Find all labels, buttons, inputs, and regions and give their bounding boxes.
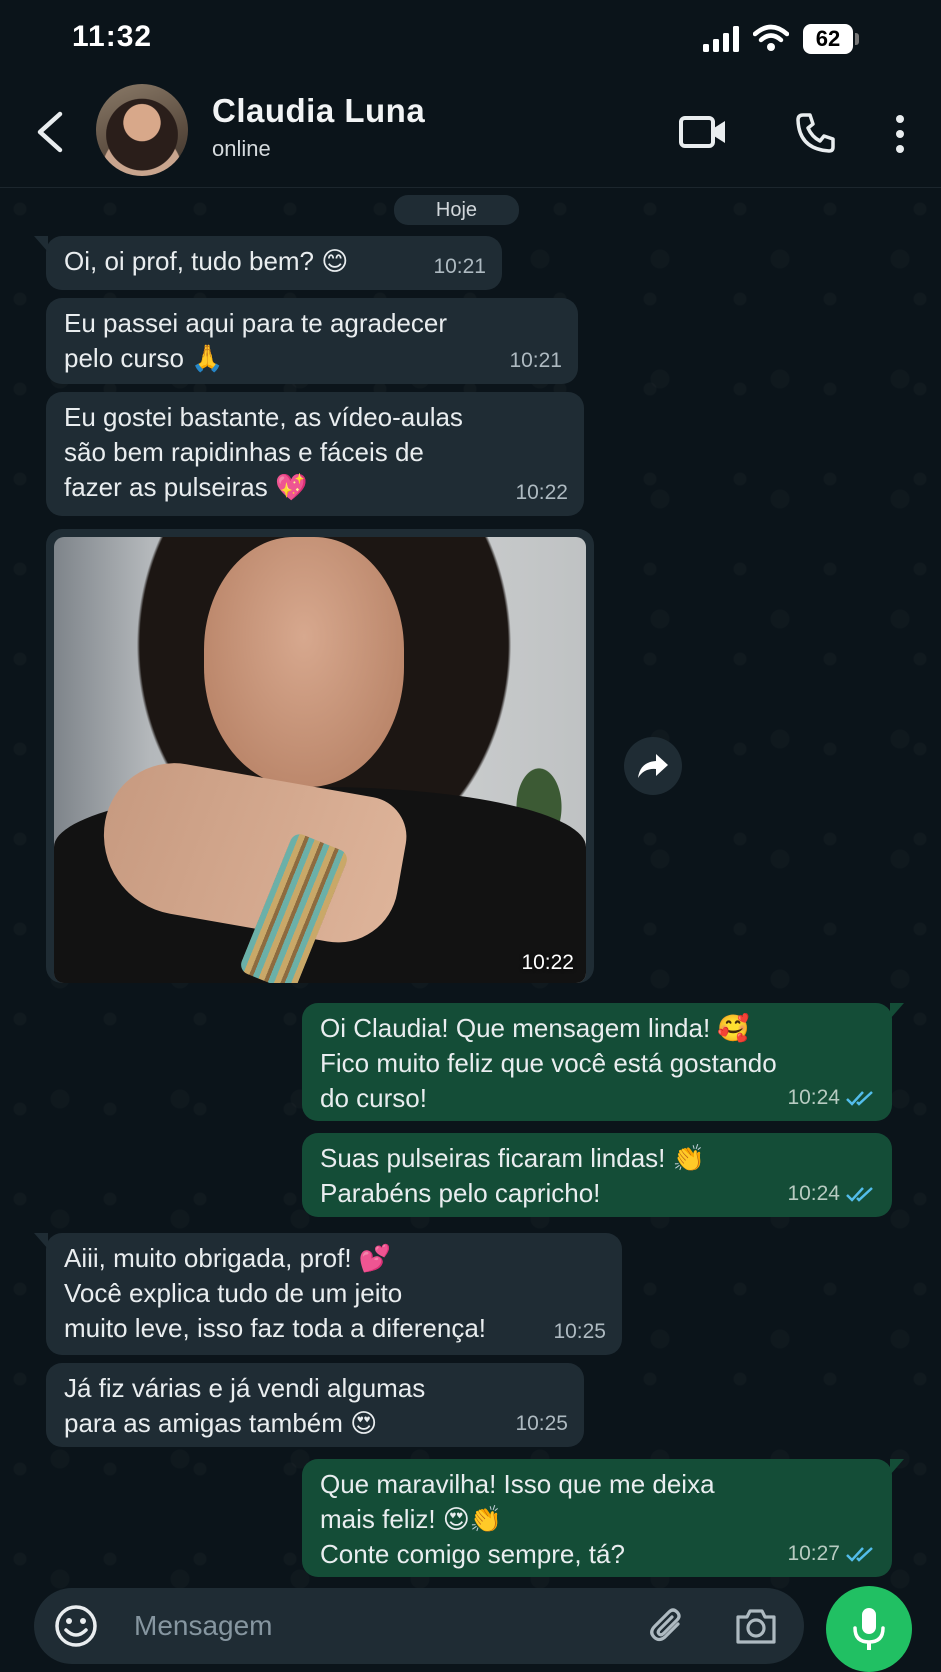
chat-screen: 11:32 62 Claudia Luna online Hoje Oi, oi… bbox=[0, 0, 941, 1672]
message-meta: 10:24 bbox=[787, 1176, 876, 1211]
message-incoming[interactable]: Aiii, muito obrigada, prof! 💕 Você expli… bbox=[34, 1233, 622, 1355]
video-call-icon[interactable] bbox=[678, 114, 728, 150]
message-text: Eu passei aqui para te agradecer pelo cu… bbox=[64, 308, 448, 373]
message-text: Oi, oi prof, tudo bem? 😊 bbox=[64, 246, 349, 276]
microphone-icon bbox=[853, 1608, 885, 1650]
attach-icon[interactable] bbox=[648, 1606, 688, 1646]
message-time: 10:22 bbox=[521, 951, 574, 974]
app-header: 11:32 62 Claudia Luna online bbox=[0, 0, 941, 188]
read-receipt-icon bbox=[846, 1090, 873, 1106]
microphone-button[interactable] bbox=[826, 1586, 912, 1672]
emoji-icon[interactable] bbox=[54, 1604, 98, 1648]
message-time: 10:24 bbox=[787, 1086, 840, 1109]
message-outgoing[interactable]: Que maravilha! Isso que me deixa mais fe… bbox=[302, 1459, 904, 1577]
message-text: Aiii, muito obrigada, prof! 💕 Você expli… bbox=[64, 1243, 487, 1343]
contact-name[interactable]: Claudia Luna bbox=[212, 92, 425, 130]
message-meta: 10:25 bbox=[515, 1406, 568, 1441]
battery-level: 62 bbox=[815, 26, 841, 51]
photo-face bbox=[204, 537, 404, 787]
message-outgoing[interactable]: Suas pulseiras ficaram lindas! 👏 Parabén… bbox=[302, 1133, 892, 1217]
forward-arrow-icon bbox=[638, 754, 668, 778]
more-options-icon[interactable] bbox=[890, 114, 910, 154]
message-meta: 10:21 bbox=[433, 249, 486, 284]
message-time: 10:21 bbox=[433, 255, 486, 278]
message-time: 10:25 bbox=[515, 1412, 568, 1435]
message-time: 10:22 bbox=[515, 481, 568, 504]
message-meta: 10:25 bbox=[553, 1314, 606, 1349]
message-text: Eu gostei bastante, as vídeo-aulas são b… bbox=[64, 402, 463, 502]
message-time: 10:24 bbox=[787, 1182, 840, 1205]
battery-icon: 62 bbox=[803, 24, 853, 54]
message-outgoing[interactable]: Oi Claudia! Que mensagem linda! 🥰 Fico m… bbox=[302, 1003, 904, 1121]
back-arrow-icon[interactable] bbox=[32, 110, 68, 154]
read-receipt-icon bbox=[846, 1546, 873, 1562]
message-time: 10:25 bbox=[553, 1320, 606, 1343]
chat-area[interactable]: Hoje Oi, oi prof, tudo bem? 😊 10:21 Eu p… bbox=[0, 189, 941, 1594]
message-input[interactable] bbox=[134, 1606, 574, 1646]
message-meta: 10:21 bbox=[509, 343, 562, 378]
date-separator: Hoje bbox=[394, 195, 519, 225]
voice-call-icon[interactable] bbox=[794, 112, 836, 154]
message-incoming[interactable]: Já fiz várias e já vendi algumas para as… bbox=[46, 1363, 584, 1447]
status-time: 11:32 bbox=[72, 20, 153, 53]
message-time: 10:21 bbox=[509, 349, 562, 372]
contact-avatar[interactable] bbox=[96, 84, 188, 176]
contact-status: online bbox=[212, 136, 271, 161]
message-meta: 10:22 bbox=[515, 475, 568, 510]
message-incoming[interactable]: Oi, oi prof, tudo bem? 😊 10:21 bbox=[34, 236, 502, 290]
battery-tip bbox=[855, 33, 859, 45]
forward-button[interactable] bbox=[624, 737, 682, 795]
wifi-icon bbox=[753, 24, 789, 51]
message-incoming[interactable]: Eu gostei bastante, as vídeo-aulas são b… bbox=[46, 392, 584, 516]
message-incoming[interactable]: Eu passei aqui para te agradecer pelo cu… bbox=[46, 298, 578, 384]
message-time: 10:27 bbox=[787, 1542, 840, 1565]
read-receipt-icon bbox=[846, 1186, 873, 1202]
cellular-signal-icon bbox=[703, 26, 739, 52]
message-meta: 10:27 bbox=[787, 1536, 876, 1571]
message-composer bbox=[34, 1588, 804, 1664]
message-meta: 10:24 bbox=[787, 1080, 876, 1115]
image-message[interactable]: 10:22 bbox=[46, 529, 594, 983]
camera-icon[interactable] bbox=[734, 1606, 778, 1646]
message-text: Já fiz várias e já vendi algumas para as… bbox=[64, 1373, 426, 1438]
shared-photo[interactable]: 10:22 bbox=[54, 537, 586, 983]
